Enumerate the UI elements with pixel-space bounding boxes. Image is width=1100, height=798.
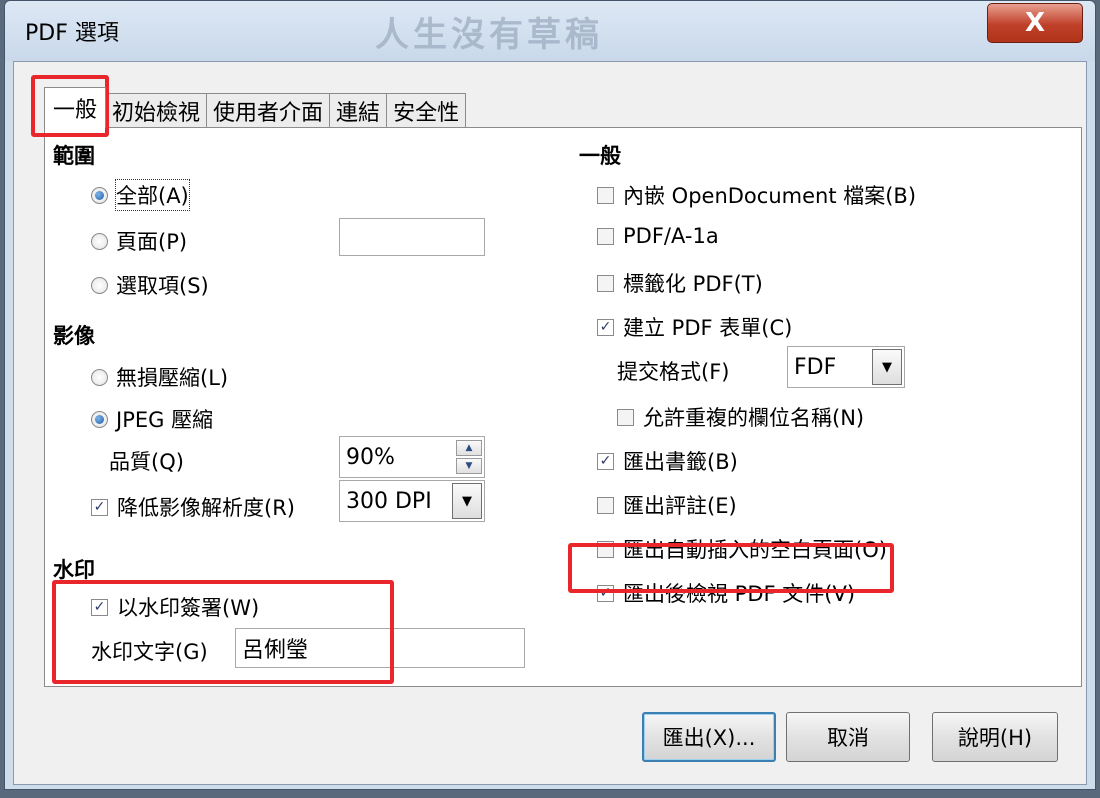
highlight-watermark xyxy=(52,580,394,684)
checkbox-checked-icon: ✓ xyxy=(597,452,614,470)
pdfa-checkbox[interactable]: PDF/A-1a xyxy=(597,224,719,248)
embed-odf-label: 內嵌 OpenDocument 檔案(B) xyxy=(623,184,917,208)
close-icon: X xyxy=(1024,8,1046,38)
submit-format-label: 提交格式(F) xyxy=(617,360,730,384)
duplicate-names-checkbox[interactable]: 允許重複的欄位名稱(N) xyxy=(617,402,864,432)
chevron-down-icon[interactable]: ▼ xyxy=(872,349,902,385)
highlight-view-after-export xyxy=(568,543,894,593)
export-button[interactable]: 匯出(X)... xyxy=(642,712,776,762)
range-selection-label: 選取項(S) xyxy=(116,274,209,298)
radio-icon xyxy=(91,232,108,250)
checkbox-icon xyxy=(597,496,614,514)
tab-links[interactable]: 連結 xyxy=(329,93,388,128)
submit-format-value: FDF xyxy=(794,354,837,380)
tagged-pdf-label: 標籤化 PDF(T) xyxy=(623,272,763,296)
export-comments-label: 匯出評註(E) xyxy=(623,494,737,518)
range-pages-input[interactable] xyxy=(339,218,485,256)
checkbox-icon xyxy=(597,274,614,292)
export-comments-checkbox[interactable]: 匯出評註(E) xyxy=(597,490,737,520)
chevron-down-icon[interactable]: ▼ xyxy=(452,483,482,519)
checkbox-checked-icon: ✓ xyxy=(597,318,614,336)
checkbox-icon xyxy=(597,186,614,204)
title-bar[interactable]: PDF 選項 人生沒有草稿 X xyxy=(5,1,1095,61)
tab-user-interface[interactable]: 使用者介面 xyxy=(206,93,331,128)
title-watermark: 人生沒有草稿 xyxy=(375,15,603,55)
checkbox-icon xyxy=(597,227,614,245)
range-heading: 範圍 xyxy=(53,144,95,168)
radio-icon xyxy=(91,276,108,294)
reduce-resolution-checkbox[interactable]: ✓ 降低影像解析度(R) xyxy=(91,492,295,522)
cancel-button[interactable]: 取消 xyxy=(786,712,910,762)
range-all-label: 全部(A) xyxy=(115,179,190,211)
create-forms-checkbox[interactable]: ✓ 建立 PDF 表單(C) xyxy=(597,312,792,342)
tagged-pdf-checkbox[interactable]: 標籤化 PDF(T) xyxy=(597,268,763,298)
tab-security[interactable]: 安全性 xyxy=(386,93,467,128)
general-heading: 一般 xyxy=(579,144,621,168)
range-pages-label: 頁面(P) xyxy=(116,230,188,254)
checkbox-icon xyxy=(617,408,634,426)
close-button[interactable]: X xyxy=(987,3,1083,43)
quality-value: 90% xyxy=(346,444,395,470)
lossless-label: 無損壓縮(L) xyxy=(116,366,229,390)
range-all-radio[interactable]: 全部(A) xyxy=(91,179,190,211)
export-bookmarks-checkbox[interactable]: ✓ 匯出書籤(B) xyxy=(597,446,738,476)
spin-up-icon[interactable]: ▲ xyxy=(456,440,482,456)
submit-format-select[interactable]: FDF ▼ xyxy=(787,346,905,388)
range-selection-radio[interactable]: 選取項(S) xyxy=(91,270,209,300)
export-bookmarks-label: 匯出書籤(B) xyxy=(623,450,738,474)
reduce-resolution-label: 降低影像解析度(R) xyxy=(117,496,295,520)
images-heading: 影像 xyxy=(53,324,95,348)
jpeg-label: JPEG 壓縮 xyxy=(116,408,214,432)
quality-spinbox[interactable]: 90% ▲ ▼ xyxy=(339,436,485,478)
range-pages-radio[interactable]: 頁面(P) xyxy=(91,226,187,256)
radio-selected-icon xyxy=(91,186,108,204)
help-button[interactable]: 說明(H) xyxy=(932,712,1058,762)
checkbox-checked-icon: ✓ xyxy=(91,498,108,516)
tab-initial-view[interactable]: 初始檢視 xyxy=(105,93,208,128)
duplicate-names-label: 允許重複的欄位名稱(N) xyxy=(643,406,865,430)
spin-down-icon[interactable]: ▼ xyxy=(456,458,482,474)
embed-odf-checkbox[interactable]: 內嵌 OpenDocument 檔案(B) xyxy=(597,180,916,210)
jpeg-radio[interactable]: JPEG 壓縮 xyxy=(91,404,213,434)
radio-icon xyxy=(91,368,108,386)
tab-general[interactable]: 一般 xyxy=(44,87,107,128)
quality-label: 品質(Q) xyxy=(109,450,184,474)
lossless-radio[interactable]: 無損壓縮(L) xyxy=(91,362,228,392)
resolution-select[interactable]: 300 DPI ▼ xyxy=(339,480,485,522)
create-forms-label: 建立 PDF 表單(C) xyxy=(623,316,793,340)
resolution-value: 300 DPI xyxy=(346,488,432,514)
radio-selected-icon xyxy=(91,410,108,428)
dialog-title: PDF 選項 xyxy=(25,21,119,46)
pdfa-label: PDF/A-1a xyxy=(623,224,719,248)
